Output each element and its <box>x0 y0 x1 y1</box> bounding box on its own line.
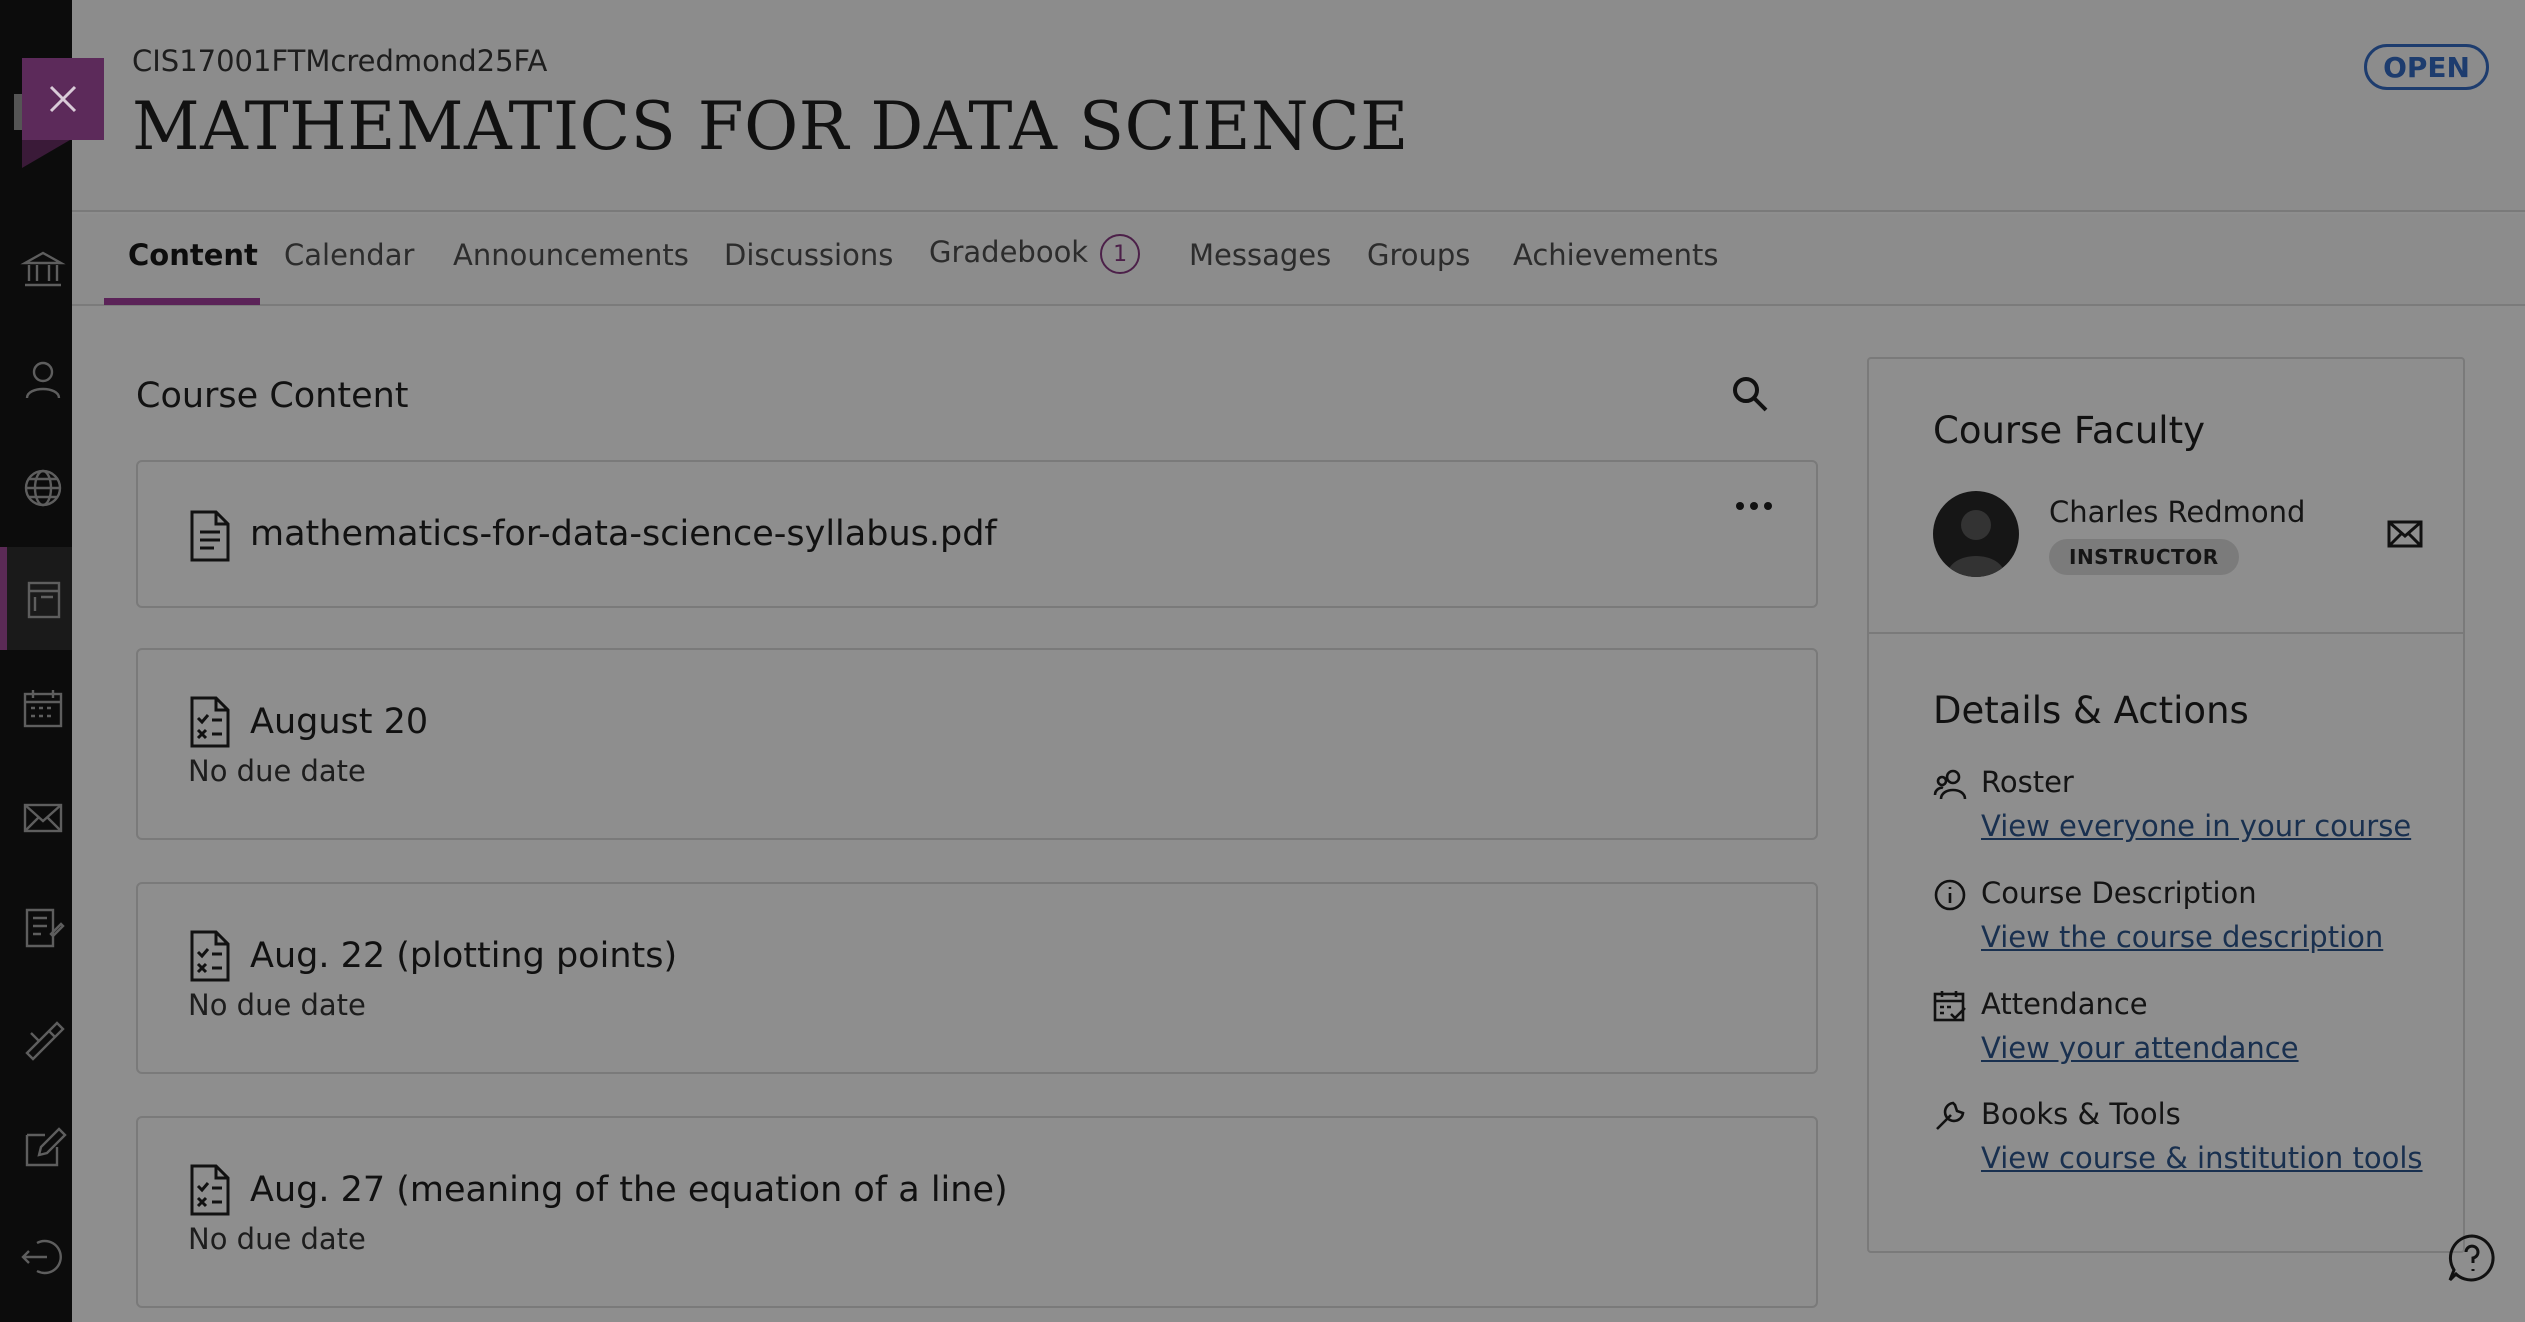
content-item-aug-22[interactable]: Aug. 22 (plotting points) No due date <box>136 882 1818 1074</box>
assignment-icon <box>188 1164 232 1216</box>
assignment-icon <box>188 930 232 982</box>
content-item-august-20[interactable]: August 20 No due date <box>136 648 1818 840</box>
tab-announcements-label: Announcements <box>453 238 689 272</box>
profile-icon[interactable] <box>18 355 68 405</box>
tab-content[interactable]: Content <box>128 238 258 272</box>
tab-calendar[interactable]: Calendar <box>284 238 414 272</box>
ellipsis-icon <box>1736 502 1744 510</box>
tab-gradebook-label: Gradebook <box>929 235 1089 269</box>
message-faculty-button[interactable] <box>2387 519 2423 549</box>
tab-messages-label: Messages <box>1189 238 1332 272</box>
roster-label: Roster <box>1981 765 2074 799</box>
content-item-title[interactable]: August 20 <box>250 702 428 742</box>
course-faculty-heading: Course Faculty <box>1933 409 2205 452</box>
attendance-icon <box>1933 989 1967 1023</box>
books-tools-label: Books & Tools <box>1981 1097 2181 1131</box>
attendance-link[interactable]: View your attendance <box>1981 1031 2299 1065</box>
tab-messages[interactable]: Messages <box>1189 238 1331 272</box>
ellipsis-dot <box>1764 502 1772 510</box>
wrench-icon <box>1933 1099 1967 1133</box>
sidebar-divider <box>1869 632 2463 634</box>
content-item-title[interactable]: Aug. 22 (plotting points) <box>250 936 677 976</box>
tab-discussions-label: Discussions <box>724 238 894 272</box>
course-header: CIS17001FTMcredmond25FA MATHEMATICS FOR … <box>72 0 2525 212</box>
messages-icon[interactable] <box>18 792 68 842</box>
gradebook-count-badge: 1 <box>1100 234 1141 274</box>
tab-gradebook[interactable]: Gradebook 1 <box>929 234 1141 274</box>
roster-link[interactable]: View everyone in your course <box>1981 809 2411 843</box>
content-item-due-date: No due date <box>188 1222 366 1256</box>
faculty-name[interactable]: Charles Redmond <box>2049 495 2305 529</box>
help-icon <box>2448 1234 2495 1282</box>
content-item-aug-27[interactable]: Aug. 27 (meaning of the equation of a li… <box>136 1116 1818 1308</box>
tools-icon[interactable] <box>18 1012 68 1062</box>
course-content-heading: Course Content <box>136 376 409 416</box>
tab-content-label: Content <box>128 238 258 272</box>
content-item-title[interactable]: mathematics-for-data-science-syllabus.pd… <box>250 514 997 554</box>
globe-icon[interactable] <box>18 463 68 513</box>
close-icon <box>49 85 77 113</box>
info-icon <box>1933 878 1967 912</box>
close-course-button[interactable] <box>22 58 104 168</box>
course-status-badge: OPEN <box>2364 44 2489 90</box>
tab-achievements[interactable]: Achievements <box>1513 238 1719 272</box>
content-item-title[interactable]: Aug. 27 (meaning of the equation of a li… <box>250 1170 1008 1210</box>
faculty-role-badge: INSTRUCTOR <box>2049 539 2239 575</box>
books-tools-link[interactable]: View course & institution tools <box>1981 1141 2423 1175</box>
roster-icon <box>1933 767 1967 801</box>
left-nav-rail <box>0 0 72 1322</box>
more-options-button[interactable] <box>1736 502 1772 510</box>
course-code: CIS17001FTMcredmond25FA <box>132 44 548 78</box>
nav-active-indicator <box>0 547 7 650</box>
content-item-syllabus[interactable]: mathematics-for-data-science-syllabus.pd… <box>136 460 1818 608</box>
assignment-icon <box>188 696 232 748</box>
sign-out-icon[interactable] <box>18 1232 68 1282</box>
content-item-due-date: No due date <box>188 988 366 1022</box>
tab-calendar-label: Calendar <box>284 238 415 272</box>
institution-icon[interactable] <box>18 244 68 294</box>
tab-groups-label: Groups <box>1367 238 1471 272</box>
course-description-label: Course Description <box>1981 876 2257 910</box>
avatar <box>1933 491 2019 577</box>
course-sidebar: Course Faculty Charles Redmond INSTRUCTO… <box>1867 357 2465 1253</box>
content-item-due-date: No due date <box>188 754 366 788</box>
tab-discussions[interactable]: Discussions <box>724 238 893 272</box>
ellipsis-dot <box>1750 502 1758 510</box>
course-description-link[interactable]: View the course description <box>1981 920 2383 954</box>
tab-achievements-label: Achievements <box>1513 238 1719 272</box>
details-actions-heading: Details & Actions <box>1933 689 2249 732</box>
course-tabs: Content Calendar Announcements Discussio… <box>72 214 2525 306</box>
tab-groups[interactable]: Groups <box>1367 238 1470 272</box>
document-icon <box>188 510 232 562</box>
attendance-label: Attendance <box>1981 987 2148 1021</box>
active-tab-indicator <box>104 298 260 305</box>
calendar-icon[interactable] <box>18 683 68 733</box>
edit-icon[interactable] <box>18 1122 68 1172</box>
course-title: MATHEMATICS FOR DATA SCIENCE <box>132 88 1409 165</box>
mail-icon <box>2387 520 2423 548</box>
course-panel: CIS17001FTMcredmond25FA MATHEMATICS FOR … <box>72 0 2525 1322</box>
tab-announcements[interactable]: Announcements <box>453 238 689 272</box>
search-content-button[interactable] <box>1730 374 1774 418</box>
grades-icon[interactable] <box>18 903 68 953</box>
search-icon <box>1733 377 1768 412</box>
help-button[interactable] <box>2446 1232 2498 1284</box>
courses-icon[interactable] <box>18 574 68 624</box>
